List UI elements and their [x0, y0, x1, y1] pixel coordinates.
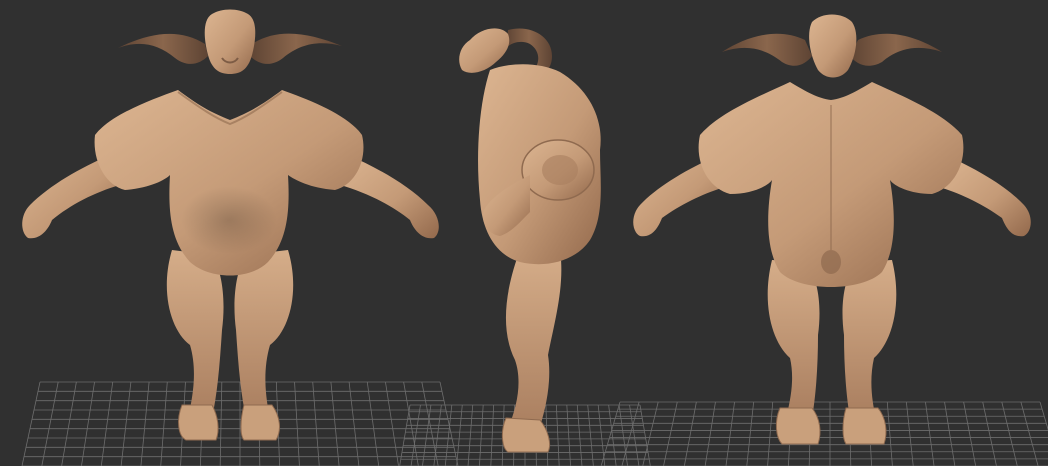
grid-line	[456, 404, 463, 466]
grid-line	[100, 381, 114, 466]
grid-line	[140, 381, 150, 466]
grid-line	[683, 401, 697, 466]
grid-line	[767, 401, 774, 466]
grid-line	[618, 404, 628, 466]
grid-line	[120, 381, 132, 466]
grid-line	[366, 381, 380, 466]
grid-line	[439, 381, 459, 466]
grid-line	[566, 404, 571, 466]
side-hoof	[501, 417, 551, 453]
grid-line	[467, 404, 474, 466]
grid-line	[403, 381, 419, 466]
grid-line	[41, 381, 59, 466]
grid-line	[1001, 401, 1018, 466]
grid-line	[61, 381, 77, 466]
grid-line	[944, 401, 956, 466]
grid-line	[1020, 401, 1039, 466]
grid-line	[385, 381, 399, 466]
grid-line	[704, 401, 716, 466]
grid-line	[982, 401, 997, 466]
right-leg	[234, 250, 294, 418]
grid-line	[746, 401, 755, 466]
grid-line	[490, 404, 495, 466]
back-left-horn	[722, 33, 812, 66]
grid-line	[219, 381, 223, 466]
grid-line	[21, 381, 41, 466]
grid-line	[555, 404, 560, 466]
side-head	[459, 28, 510, 73]
grid-line	[312, 381, 320, 466]
head	[204, 9, 256, 74]
grid-line	[886, 401, 893, 466]
grid-line	[576, 404, 583, 466]
left-hoof	[178, 404, 219, 441]
grid-line	[81, 381, 95, 466]
left-horn	[118, 33, 208, 64]
sculpt-viewport[interactable]	[0, 0, 1048, 466]
grid-line	[1039, 401, 1048, 431]
right-hoof	[240, 404, 280, 441]
grid-line	[348, 381, 360, 466]
front-view-model[interactable]	[22, 9, 439, 441]
grid-line	[330, 381, 340, 466]
grid-line	[629, 404, 640, 466]
grid-line	[294, 381, 300, 466]
left-leg	[166, 250, 224, 418]
grid-line	[725, 401, 735, 466]
right-horn	[250, 33, 342, 64]
grid-line	[587, 404, 594, 466]
grid-line	[963, 401, 977, 466]
back-right-horn	[850, 33, 942, 66]
grid-line	[905, 401, 914, 466]
side-view-model[interactable]	[459, 28, 601, 453]
grid-line	[925, 401, 935, 466]
back-right-hoof	[842, 407, 887, 445]
viewport-canvas	[21, 9, 1048, 466]
back-head	[809, 14, 857, 78]
grid-line	[160, 381, 168, 466]
grid-line	[663, 401, 678, 466]
back-view-model[interactable]	[633, 14, 1031, 445]
back-left-hoof	[775, 407, 821, 445]
grid-line	[479, 404, 484, 466]
